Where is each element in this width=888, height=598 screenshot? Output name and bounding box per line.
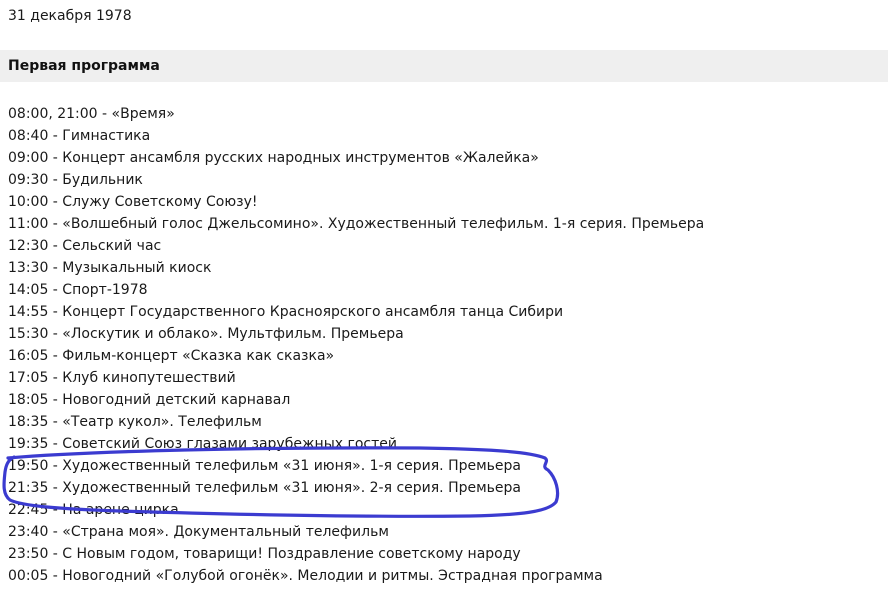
program-item: 09:00 - Концерт ансамбля русских народны… xyxy=(8,150,539,166)
program-item: 08:00, 21:00 - «Время» xyxy=(8,106,175,122)
program-item: 16:05 - Фильм-концерт «Сказка как сказка… xyxy=(8,348,335,364)
program-item: 17:05 - Клуб кинопутешествий xyxy=(8,370,236,386)
program-item: 18:35 - «Театр кукол». Телефильм xyxy=(8,414,262,430)
program-item: 14:05 - Спорт-1978 xyxy=(8,282,148,298)
program-item: 08:40 - Гимнастика xyxy=(8,128,151,144)
program-item-highlighted: 19:50 - Художественный телефильм «31 июн… xyxy=(8,458,522,474)
program-item: 23:40 - «Страна моя». Документальный тел… xyxy=(8,524,389,540)
program-item: 12:30 - Сельский час xyxy=(8,238,162,254)
channel-header: Первая программа xyxy=(0,50,888,82)
program-item: 10:00 - Служу Советскому Союзу! xyxy=(8,194,258,210)
program-item: 14:55 - Концерт Государственного Красноя… xyxy=(8,304,564,320)
channel-title: Первая программа xyxy=(8,58,160,74)
program-item: 22:45 - На арене цирка xyxy=(8,502,179,518)
schedule-date: 31 декабря 1978 xyxy=(8,8,132,24)
program-schedule-list: 08:00, 21:00 - «Время» 08:40 - Гимнастик… xyxy=(8,103,704,587)
program-item: 00:05 - Новогодний «Голубой огонёк». Мел… xyxy=(8,568,603,584)
program-item: 13:30 - Музыкальный киоск xyxy=(8,260,212,276)
program-item: 11:00 - «Волшебный голос Джельсомино». Х… xyxy=(8,216,705,232)
program-item: 19:35 - Советский Союз глазами зарубежны… xyxy=(8,436,397,452)
program-item: 15:30 - «Лоскутик и облако». Мультфильм.… xyxy=(8,326,404,342)
program-item: 09:30 - Будильник xyxy=(8,172,143,188)
program-item: 23:50 - С Новым годом, товарищи! Поздрав… xyxy=(8,546,521,562)
program-item: 18:05 - Новогодний детский карнавал xyxy=(8,392,291,408)
program-item-highlighted: 21:35 - Художественный телефильм «31 июн… xyxy=(8,480,522,496)
